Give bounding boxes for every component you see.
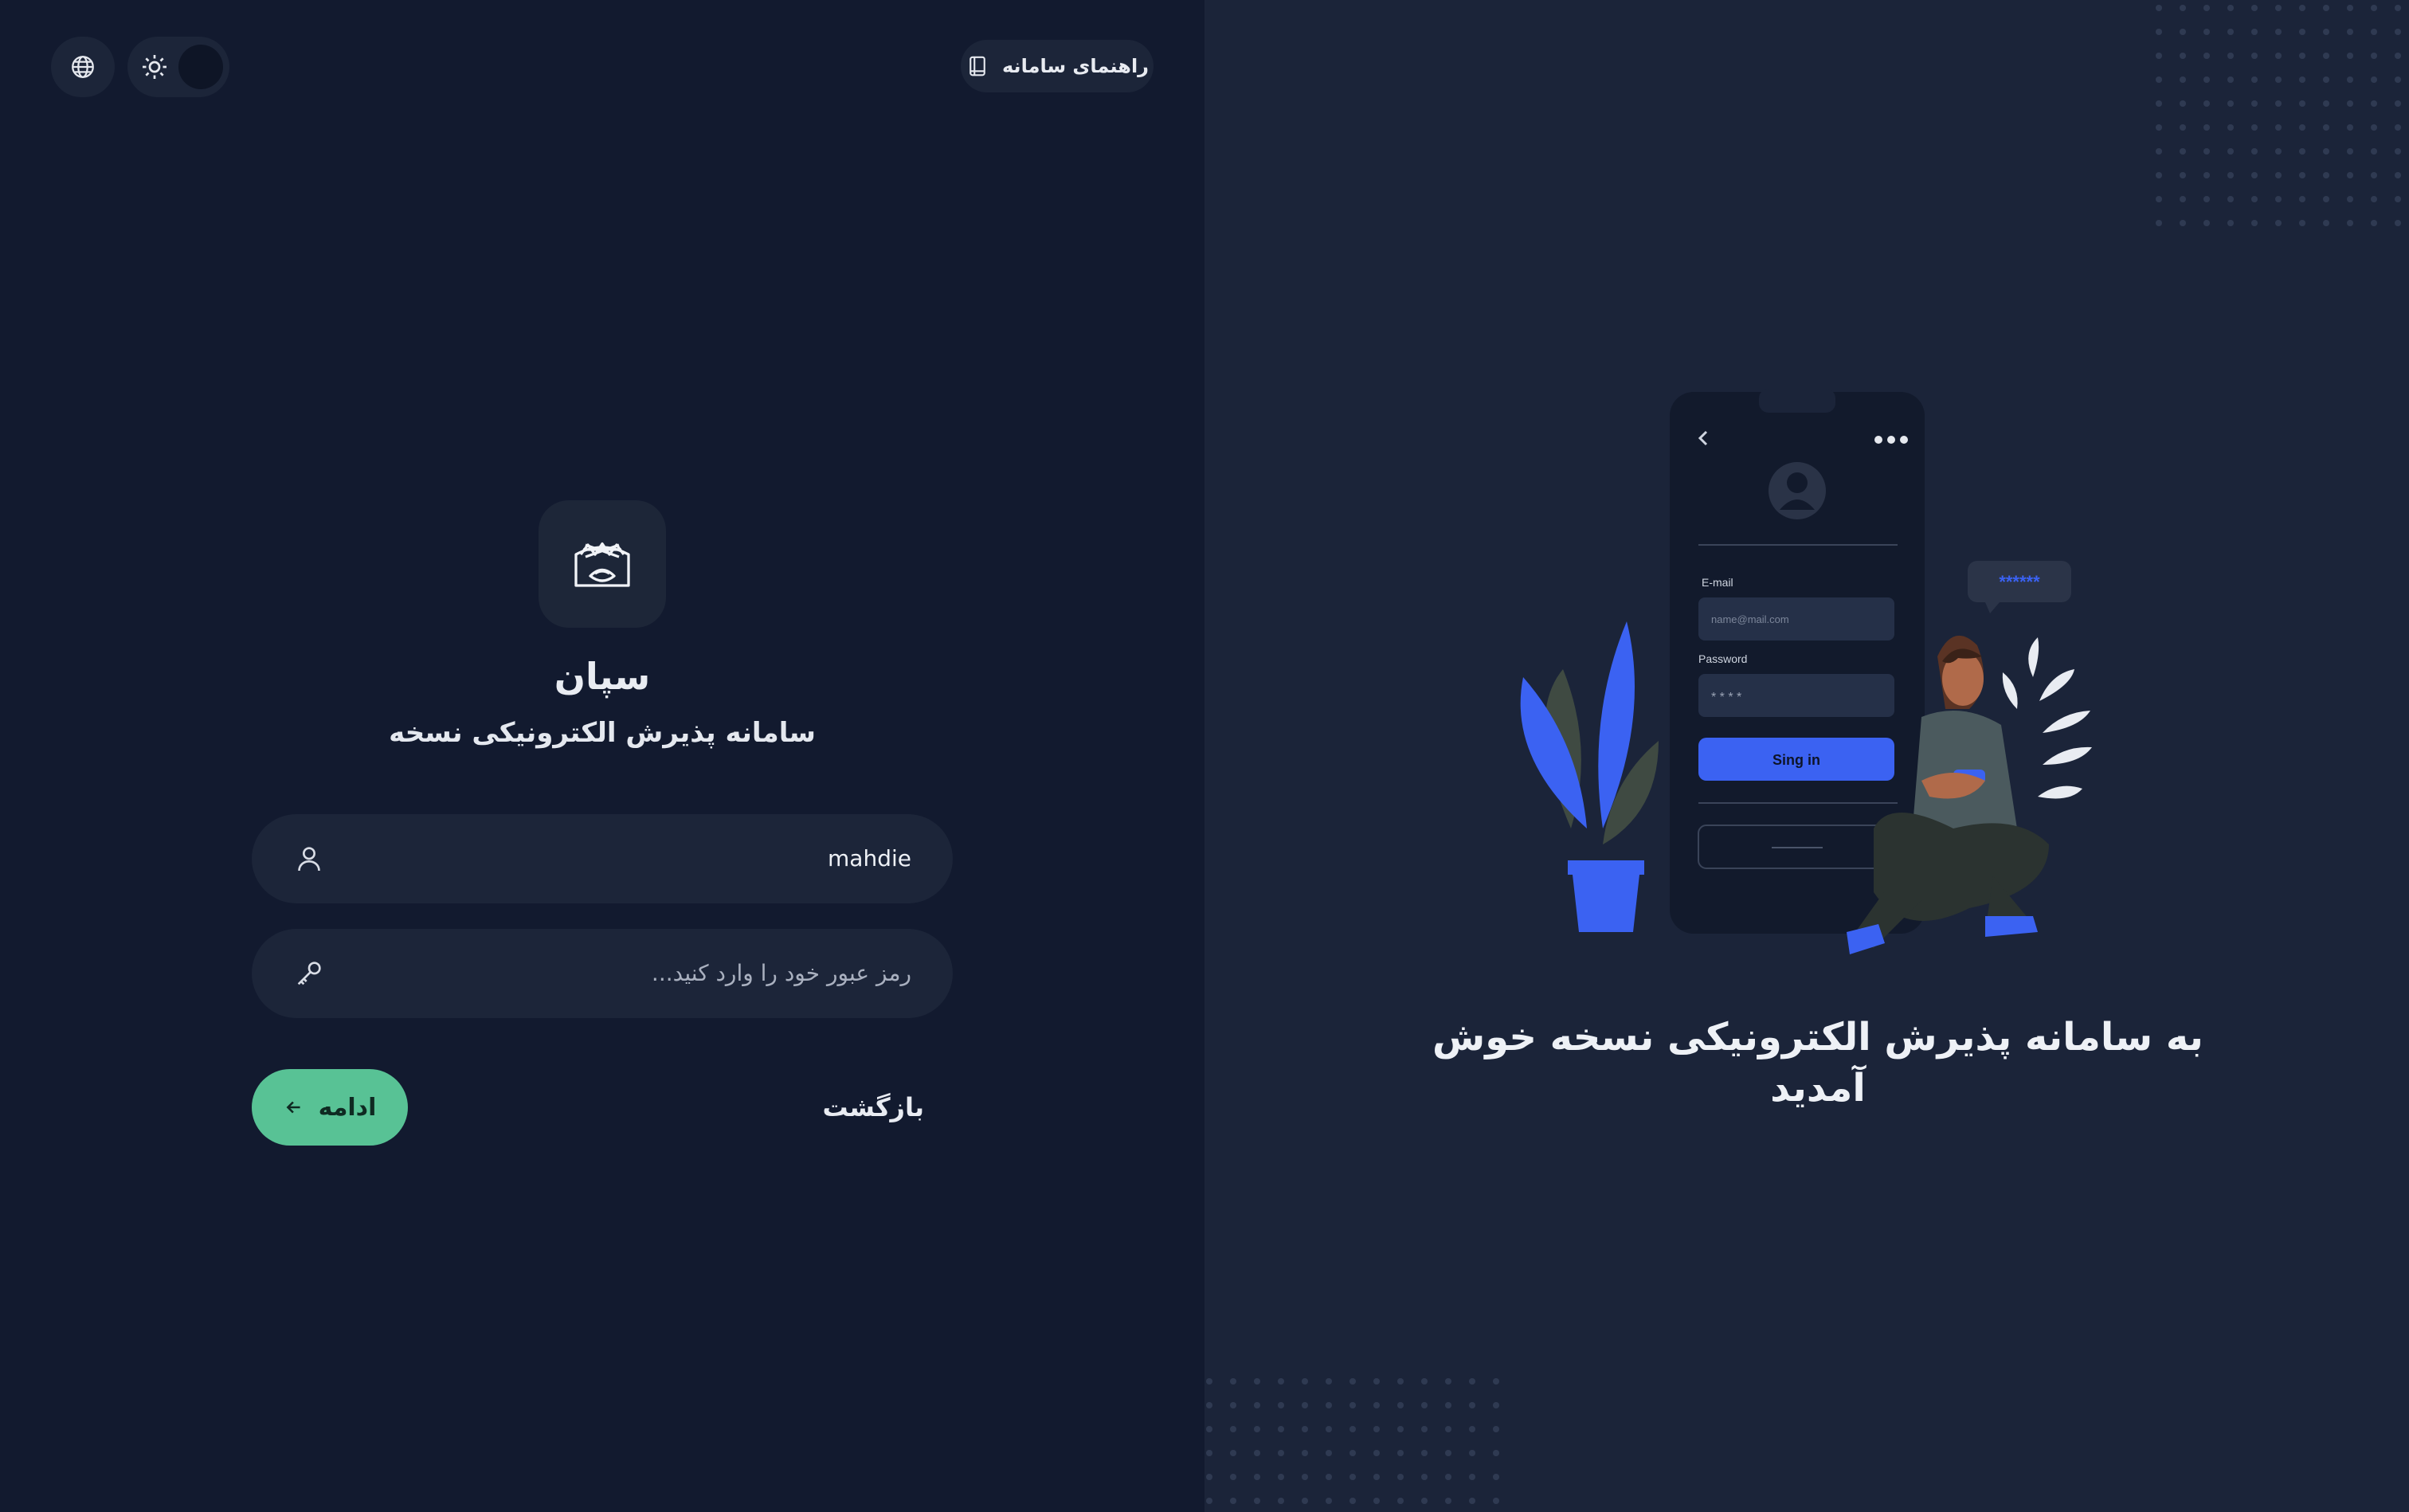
sun-icon: [143, 55, 166, 79]
login-panel: راهنمای سامانه سپان سامانه پذیرش الکترون…: [0, 0, 1204, 1512]
bubble-text: ******: [1999, 572, 2040, 592]
user-icon: [298, 847, 320, 872]
password-masked: * * * *: [1711, 691, 1741, 704]
continue-label: ادامه: [318, 1093, 377, 1122]
dot-pattern-bottom: [1204, 1370, 1507, 1512]
username-field[interactable]: mahdie: [252, 814, 953, 903]
language-button[interactable]: [51, 37, 115, 97]
plant-decoration: [1520, 621, 1659, 932]
white-leaves-decoration: [2002, 637, 2092, 799]
system-guide-label: راهنمای سامانه: [1002, 55, 1149, 77]
app-logo: [539, 500, 666, 628]
system-guide-button[interactable]: راهنمای سامانه: [961, 40, 1154, 92]
toggle-knob: [178, 45, 223, 89]
brand-name: سپان: [554, 655, 651, 698]
signin-label: Sing in: [1772, 752, 1820, 768]
welcome-panel: E-mail name@mail.com Password * * * * Si…: [1204, 0, 2409, 1512]
globe-icon: [72, 56, 94, 78]
email-placeholder: name@mail.com: [1711, 613, 1789, 625]
dot-pattern-top: [2151, 0, 2409, 231]
theme-toggle[interactable]: [127, 37, 229, 97]
password-bubble: ******: [1968, 561, 2071, 613]
continue-button[interactable]: ادامه: [252, 1069, 408, 1146]
welcome-message: به سامانه پذیرش الکترونیکی نسخه خوش آمدی…: [1332, 1012, 2304, 1114]
arrow-left-icon: [286, 1101, 300, 1114]
brand-subtitle: سامانه پذیرش الکترونیکی نسخه: [389, 717, 816, 749]
email-label: E-mail: [1702, 576, 1733, 589]
login-illustration: E-mail name@mail.com Password * * * * Si…: [1520, 389, 2092, 954]
username-value: mahdie: [828, 845, 911, 872]
password-field[interactable]: رمز عبور خود را وارد کنید...: [252, 929, 953, 1018]
sepan-logo-icon: [574, 542, 630, 587]
welcome-line-1: به سامانه پذیرش الکترونیکی نسخه خوش: [1432, 1015, 2203, 1060]
key-icon: [297, 962, 321, 985]
welcome-line-2: آمدید: [1770, 1066, 1866, 1110]
password-label: Password: [1698, 652, 1747, 665]
back-link[interactable]: بازگشت: [797, 1083, 925, 1131]
password-placeholder: رمز عبور خود را وارد کنید...: [651, 960, 911, 986]
book-icon: [969, 56, 985, 76]
